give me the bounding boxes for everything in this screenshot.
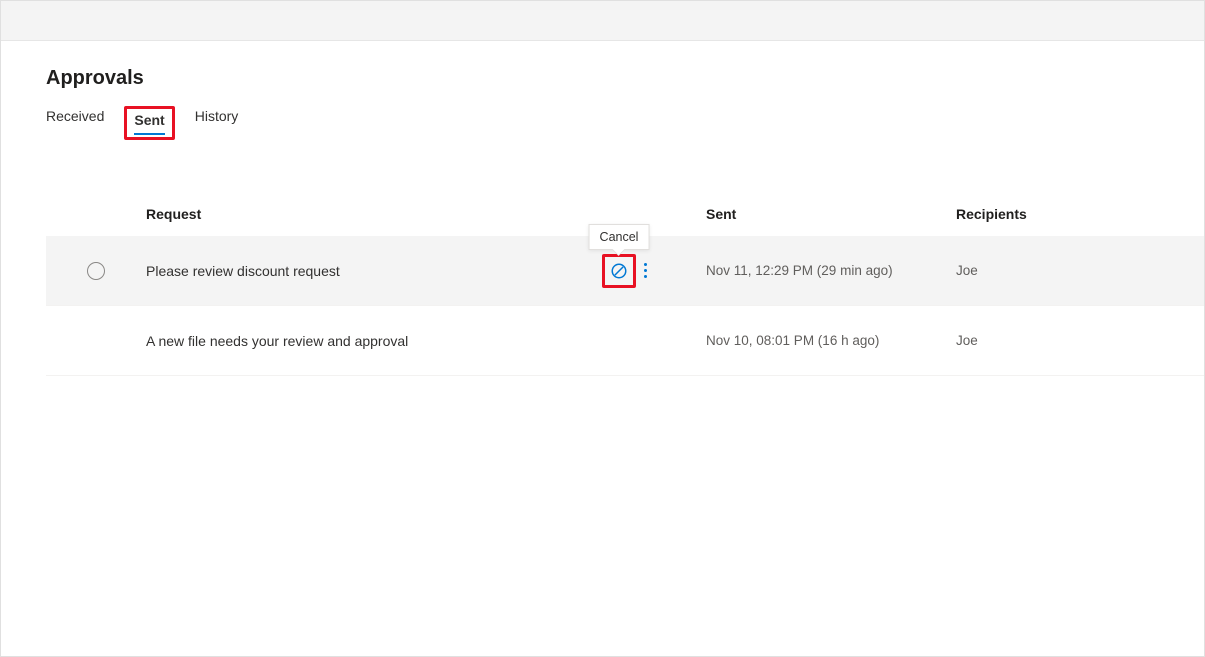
cell-request: A new file needs your review and approva…: [146, 333, 606, 349]
cell-sent: Nov 10, 08:01 PM (16 h ago): [706, 333, 956, 348]
tabs-container: Received Sent History: [46, 108, 1204, 138]
cancel-tooltip: Cancel: [589, 224, 650, 250]
column-header-sent[interactable]: Sent: [706, 206, 956, 222]
tab-received[interactable]: Received: [46, 108, 104, 130]
row-actions: Cancel: [606, 258, 706, 284]
select-radio[interactable]: [87, 262, 105, 280]
main-content: Approvals Received Sent History Request …: [1, 41, 1204, 376]
more-actions-button[interactable]: [642, 261, 649, 280]
cell-sent: Nov 11, 12:29 PM (29 min ago): [706, 263, 956, 278]
top-bar: [1, 1, 1204, 41]
column-header-request[interactable]: Request: [146, 206, 606, 222]
cell-request: Please review discount request: [146, 263, 606, 279]
approvals-table: Request Sent Recipients Please review di…: [46, 192, 1204, 376]
cell-recipients: Joe: [956, 263, 1204, 278]
row-select-cell: [46, 262, 146, 280]
table-row[interactable]: Please review discount request Cancel No…: [46, 236, 1204, 306]
tab-sent[interactable]: Sent: [134, 112, 164, 134]
cancel-button-wrap: Cancel: [606, 258, 632, 284]
page-title: Approvals: [46, 67, 1204, 90]
cell-recipients: Joe: [956, 333, 1204, 348]
cancel-icon[interactable]: [610, 262, 628, 280]
table-row[interactable]: A new file needs your review and approva…: [46, 306, 1204, 376]
tab-sent-highlight-wrap: Sent: [126, 108, 172, 138]
tab-history[interactable]: History: [195, 108, 239, 130]
column-header-recipients[interactable]: Recipients: [956, 206, 1204, 222]
